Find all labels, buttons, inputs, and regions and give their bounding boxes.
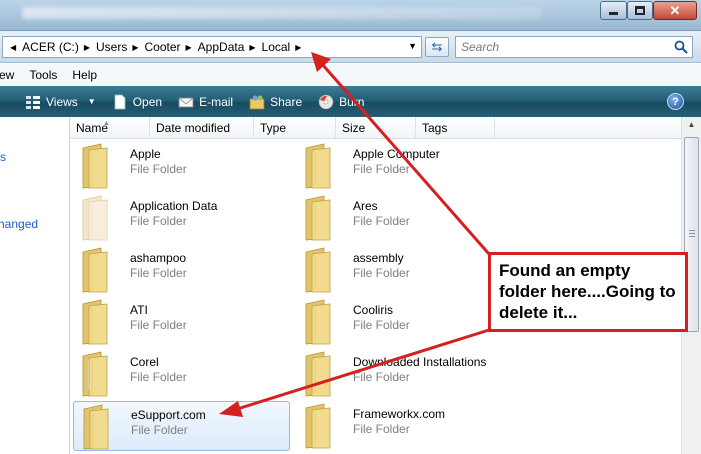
annotation-arrow-to-esupport (233, 328, 490, 412)
annotation-arrow-to-local (320, 63, 491, 255)
annotation-arrows (219, 52, 491, 417)
annotation-callout: Found an empty folder here....Going to d… (488, 252, 688, 332)
arrowhead-icon (219, 401, 243, 417)
annotation-text: Found an empty folder here....Going to d… (499, 261, 676, 322)
